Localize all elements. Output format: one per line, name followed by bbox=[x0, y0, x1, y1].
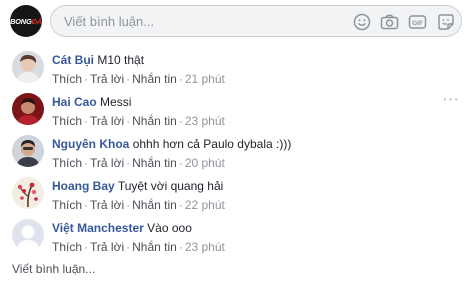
like-link[interactable]: Thích bbox=[52, 72, 82, 86]
comment-author[interactable]: Việt Manchester bbox=[52, 221, 144, 235]
comment-item: Hoang Bay Tuyệt vời quang hải Thích · Trả … bbox=[12, 177, 462, 217]
message-link[interactable]: Nhắn tin bbox=[132, 198, 177, 212]
gif-icon[interactable]: GIF bbox=[408, 12, 427, 31]
comment-text: Tuyệt vời quang hải bbox=[117, 179, 224, 193]
comment-item: Nguyên Khoa ohhh hơn cả Paulo dybala :))… bbox=[12, 135, 462, 175]
message-link[interactable]: Nhắn tin bbox=[132, 156, 177, 170]
reply-link[interactable]: Trả lời bbox=[90, 72, 124, 86]
comment-author[interactable]: Hai Cao bbox=[52, 95, 97, 109]
write-comment-link[interactable]: Viết bình luận... bbox=[12, 262, 95, 276]
input-icon-bar: GIF bbox=[352, 12, 455, 32]
comment-input-placeholder: Viết bình luận... bbox=[64, 14, 155, 29]
camera-icon[interactable] bbox=[380, 12, 399, 31]
comment-timestamp[interactable]: 20 phút bbox=[185, 156, 225, 170]
reply-link[interactable]: Trả lời bbox=[90, 240, 124, 254]
message-link[interactable]: Nhắn tin bbox=[132, 240, 177, 254]
sticker-icon[interactable] bbox=[436, 12, 455, 31]
comment-author[interactable]: Nguyên Khoa bbox=[52, 137, 129, 151]
like-link[interactable]: Thích bbox=[52, 240, 82, 254]
like-link[interactable]: Thích bbox=[52, 114, 82, 128]
comment-timestamp[interactable]: 23 phút bbox=[185, 240, 225, 254]
more-options-icon[interactable]: ··· bbox=[443, 92, 460, 106]
page-logo: BONGĐÁ bbox=[10, 16, 42, 26]
comment-timestamp[interactable]: 23 phút bbox=[185, 114, 225, 128]
comment-input[interactable]: Viết bình luận... GIF bbox=[50, 5, 462, 37]
svg-text:GIF: GIF bbox=[412, 20, 423, 27]
emoji-icon[interactable] bbox=[352, 12, 371, 31]
comment-timestamp[interactable]: 21 phút bbox=[185, 72, 225, 86]
reply-link[interactable]: Trả lời bbox=[90, 198, 124, 212]
comment-text: ohhh hơn cả Paulo dybala :))) bbox=[132, 137, 292, 151]
reply-link[interactable]: Trả lời bbox=[90, 156, 124, 170]
comment-item: Việt Manchester Vào ooo Thích · Trả lời · Nh… bbox=[12, 219, 462, 259]
comment-text: Messi bbox=[100, 95, 132, 109]
page-avatar[interactable]: BONGĐÁ bbox=[10, 5, 42, 37]
like-link[interactable]: Thích bbox=[52, 198, 82, 212]
like-link[interactable]: Thích bbox=[52, 156, 82, 170]
reply-link[interactable]: Trả lời bbox=[90, 114, 124, 128]
comment-author[interactable]: Cát Bụi bbox=[52, 53, 94, 67]
avatar[interactable] bbox=[12, 219, 44, 251]
comment-author[interactable]: Hoang Bay bbox=[52, 179, 115, 193]
comment-text: M10 thật bbox=[97, 53, 145, 67]
message-link[interactable]: Nhắn tin bbox=[132, 72, 177, 86]
comment-text: Vào ooo bbox=[147, 221, 192, 235]
comment-item: Hai Cao Messi Thích · Trả lời · Nhắn tin · 23 … bbox=[12, 92, 462, 133]
comment-item: Cát Bụi M10 thật Thích · Trả lời · Nhắn tin ·… bbox=[12, 51, 462, 91]
message-link[interactable]: Nhắn tin bbox=[132, 114, 177, 128]
avatar[interactable] bbox=[12, 135, 44, 167]
avatar[interactable] bbox=[12, 51, 44, 83]
avatar[interactable] bbox=[12, 93, 44, 125]
comment-timestamp[interactable]: 22 phút bbox=[185, 198, 225, 212]
comment-composer: BONGĐÁ Viết bình luận... GIF bbox=[10, 5, 462, 37]
avatar[interactable] bbox=[12, 177, 44, 209]
